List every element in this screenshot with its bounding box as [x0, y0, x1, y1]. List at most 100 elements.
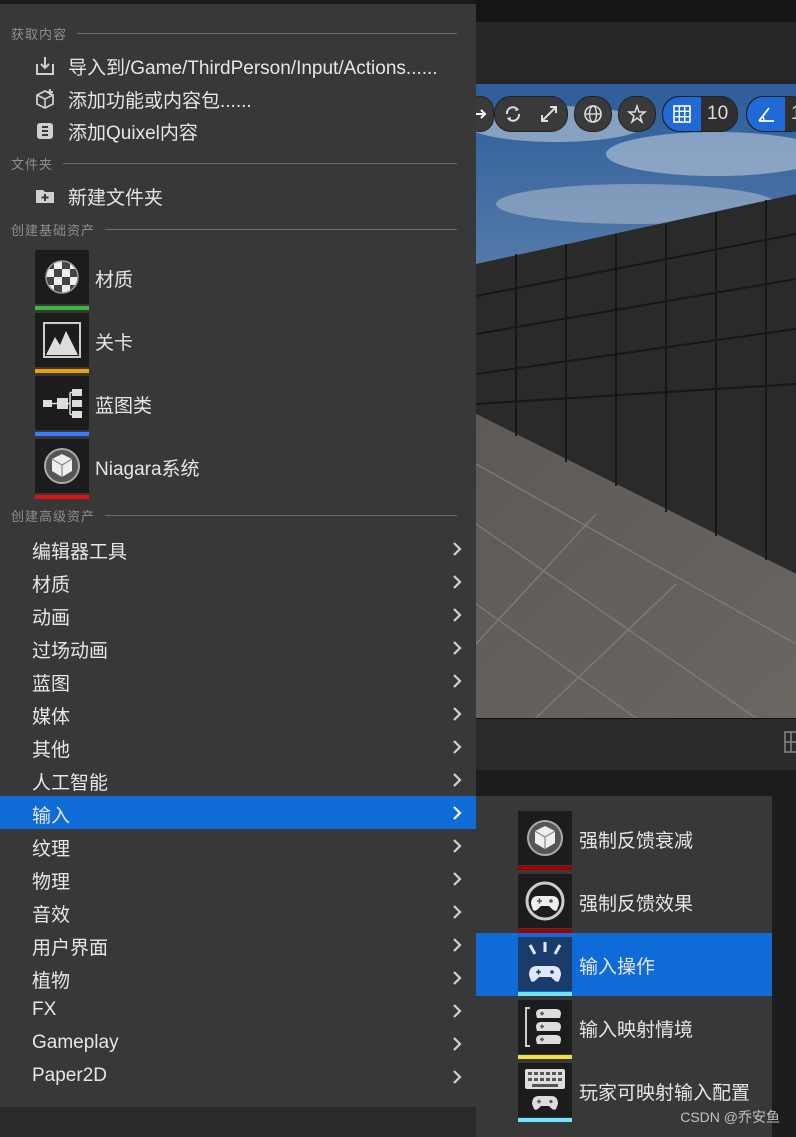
create-input-mapping-context-item[interactable]: 输入映射情境	[476, 996, 772, 1059]
section-header-folder: 文件夹	[11, 153, 457, 173]
chevron-right-icon	[453, 674, 462, 688]
input-submenu: 强制反馈衰减 强制反馈效果 输入操作 输入映射情境 玩家可映射输入配置	[476, 796, 772, 1137]
menu-bottom-strip	[0, 1107, 476, 1137]
create-material-item[interactable]: 材质	[0, 250, 476, 310]
rotation-snap-value: 1	[791, 103, 796, 125]
new-folder-menu-item[interactable]: 新建文件夹	[0, 180, 476, 212]
asset-type-color-bar	[518, 1118, 572, 1122]
submenu-user-interface[interactable]: 用户界面	[0, 928, 476, 961]
chevron-right-icon	[453, 641, 462, 655]
editor-tab-bar	[476, 22, 796, 84]
submenu-textures[interactable]: 纹理	[0, 829, 476, 862]
input-action-icon	[528, 942, 562, 982]
create-input-action-item[interactable]: 输入操作	[476, 933, 772, 996]
submenu-label: 物理	[32, 872, 71, 893]
asset-label: 玩家可映射输入配置	[579, 1083, 751, 1104]
rotate-icon	[505, 106, 521, 122]
create-niagara-system-item[interactable]: Niagara系统	[0, 439, 476, 499]
asset-type-color-bar	[35, 432, 89, 436]
create-blueprint-class-item[interactable]: 蓝图类	[0, 376, 476, 436]
section-title: 获取内容	[11, 26, 68, 42]
submenu-animation[interactable]: 动画	[0, 598, 476, 631]
chevron-right-icon	[453, 839, 462, 853]
submenu-physics[interactable]: 物理	[0, 862, 476, 895]
niagara-icon	[44, 448, 80, 484]
section-title: 创建高级资产	[11, 508, 96, 524]
submenu-label: 蓝图	[32, 674, 71, 695]
asset-label: 蓝图类	[95, 396, 153, 417]
section-title: 创建基础资产	[11, 222, 96, 238]
asset-label: 强制反馈效果	[579, 894, 694, 915]
submenu-fx[interactable]: FX	[0, 994, 476, 1027]
chevron-right-icon	[453, 1004, 462, 1018]
chevron-right-icon	[453, 1070, 462, 1084]
asset-label: 关卡	[95, 333, 134, 354]
add-feature-pack-icon	[36, 89, 54, 110]
section-title: 文件夹	[11, 156, 54, 172]
force-feedback-effect-thumbnail	[518, 874, 572, 928]
add-quixel-menu-item[interactable]: 添加Quixel内容	[0, 115, 476, 147]
add-feature-pack-menu-item[interactable]: 添加功能或内容包......	[0, 83, 476, 115]
submenu-editor-utilities[interactable]: 编辑器工具	[0, 532, 476, 565]
grid-snap-toggle[interactable]	[663, 97, 701, 131]
divider	[77, 32, 457, 34]
submenu-label: Gameplay	[32, 1032, 119, 1053]
submenu-input[interactable]: 输入	[0, 796, 476, 829]
menu-item-label: 新建文件夹	[68, 187, 164, 209]
viewport-scene	[476, 84, 796, 718]
level-viewport[interactable]	[476, 84, 796, 718]
submenu-artificial-intelligence[interactable]: 人工智能	[0, 763, 476, 796]
submenu-miscellaneous[interactable]: 其他	[0, 730, 476, 763]
surface-snap-button[interactable]	[618, 96, 656, 132]
create-force-feedback-effect-item[interactable]: 强制反馈效果	[476, 870, 772, 933]
world-space-button[interactable]	[574, 96, 612, 132]
rotation-snap-control[interactable]: 1	[746, 96, 796, 132]
transform-tools[interactable]	[494, 96, 568, 132]
submenu-blueprints[interactable]: 蓝图	[0, 664, 476, 697]
create-force-feedback-attenuation-item[interactable]: 强制反馈衰减	[476, 807, 772, 870]
watermark: CSDN @乔安鱼	[680, 1109, 780, 1125]
angle-icon	[758, 107, 774, 122]
material-icon	[45, 260, 79, 294]
layout-icon[interactable]	[784, 731, 796, 753]
niagara-thumbnail	[35, 439, 89, 493]
input-mapping-context-icon	[525, 1007, 561, 1047]
submenu-label: 纹理	[32, 839, 71, 860]
submenu-label: 植物	[32, 971, 71, 992]
submenu-label: 过场动画	[32, 641, 109, 662]
chevron-right-icon	[453, 608, 462, 622]
submenu-sounds[interactable]: 音效	[0, 895, 476, 928]
blueprint-thumbnail	[35, 376, 89, 430]
chevron-right-icon	[453, 773, 462, 787]
submenu-gameplay[interactable]: Gameplay	[0, 1027, 476, 1060]
section-header-advanced-assets: 创建高级资产	[11, 505, 457, 525]
input-mapping-context-thumbnail	[518, 1000, 572, 1054]
editor-title-strip	[476, 0, 796, 22]
submenu-label: 动画	[32, 608, 71, 629]
player-mappable-input-config-icon	[525, 1069, 565, 1110]
create-level-item[interactable]: 关卡	[0, 313, 476, 373]
chevron-right-icon	[453, 806, 462, 820]
grid-snap-value: 10	[707, 103, 729, 124]
blueprint-icon	[43, 389, 82, 418]
asset-label: 输入映射情境	[579, 1020, 694, 1041]
submenu-cinematics[interactable]: 过场动画	[0, 631, 476, 664]
submenu-label: Paper2D	[32, 1065, 107, 1086]
import-menu-item[interactable]: 导入到/Game/ThirdPerson/Input/Actions......	[0, 50, 476, 82]
chevron-right-icon	[453, 740, 462, 754]
rotation-snap-toggle[interactable]	[747, 97, 785, 131]
submenu-media[interactable]: 媒体	[0, 697, 476, 730]
grid-icon	[673, 105, 691, 123]
submenu-materials[interactable]: 材质	[0, 565, 476, 598]
submenu-foliage[interactable]: 植物	[0, 961, 476, 994]
chevron-right-icon	[453, 872, 462, 886]
menu-item-label: 添加Quixel内容	[68, 122, 198, 144]
submenu-label: 材质	[32, 575, 71, 596]
chevron-right-icon	[453, 905, 462, 919]
material-thumbnail	[35, 250, 89, 304]
grid-snap-control[interactable]: 10	[662, 96, 738, 132]
asset-type-color-bar	[35, 306, 89, 310]
submenu-paper2d[interactable]: Paper2D	[0, 1060, 476, 1093]
quixel-icon	[37, 123, 53, 139]
asset-label: 强制反馈衰减	[579, 831, 694, 852]
